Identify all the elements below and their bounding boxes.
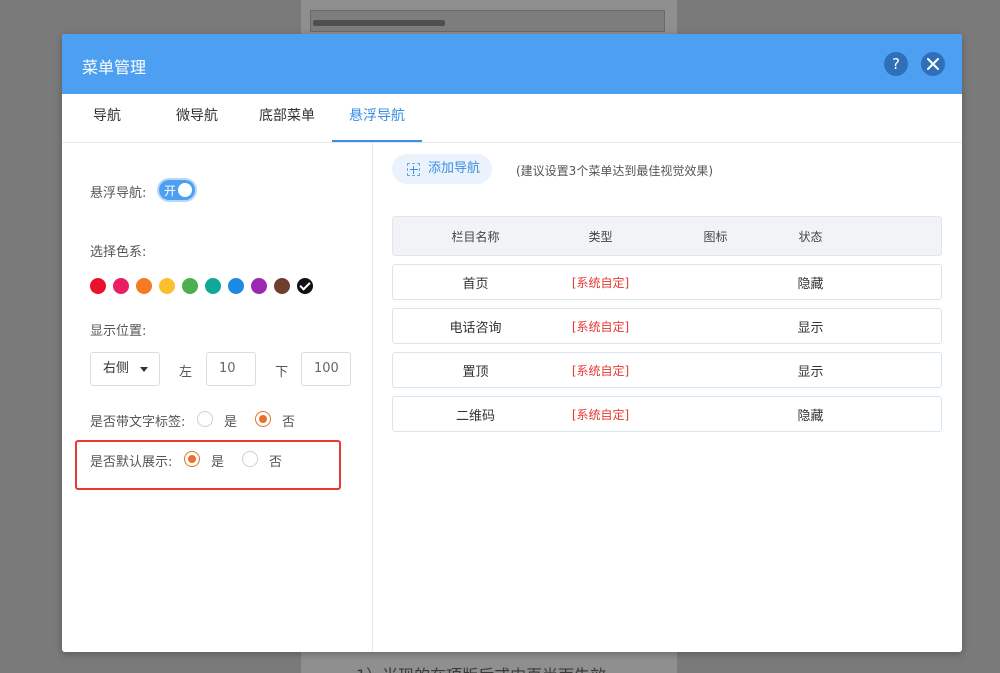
column-header-icon: 图标: [703, 229, 728, 244]
settings-panel: 悬浮导航: 开 选择色系: 显示位置: 右侧 左 10 下 100 是否带文字标…: [62, 143, 373, 652]
text-tag-no-label: 否: [282, 415, 296, 430]
table-row[interactable]: 置顶 [系统自定] 显示: [392, 352, 942, 388]
color-swatch-blue[interactable]: [228, 278, 244, 294]
default-show-yes-radio[interactable]: [184, 451, 200, 467]
color-swatch-red[interactable]: [90, 278, 106, 294]
tab-nav[interactable]: 导航: [82, 94, 132, 142]
row-name: 首页: [462, 276, 489, 292]
tab-bottom-menu[interactable]: 底部菜单: [252, 94, 322, 142]
toggle-text: 开: [164, 184, 177, 198]
color-swatch-yellow[interactable]: [159, 278, 175, 294]
left-offset-label: 左: [179, 365, 193, 380]
row-icon: [683, 265, 748, 299]
color-swatch-black[interactable]: [297, 278, 313, 294]
float-nav-label: 悬浮导航:: [90, 186, 147, 201]
background-scrollbar: [310, 10, 665, 32]
toggle-knob: [178, 183, 192, 197]
bottom-offset-label: 下: [275, 365, 289, 380]
position-label: 显示位置:: [90, 324, 147, 339]
row-type: [系统自定]: [571, 407, 630, 422]
close-button[interactable]: [921, 52, 945, 76]
row-name: 二维码: [455, 408, 495, 424]
table-row[interactable]: 二维码 [系统自定] 隐藏: [392, 396, 942, 432]
text-tag-label: 是否带文字标签:: [90, 415, 186, 430]
default-show-no-radio[interactable]: [242, 451, 258, 467]
table-row[interactable]: 电话咨询 [系统自定] 显示: [392, 308, 942, 344]
row-type: [系统自定]: [571, 275, 630, 290]
close-icon: [927, 58, 939, 70]
nav-list-panel: 添加导航 (建议设置3个菜单达到最佳视觉效果) 栏目名称 类型 图标 状态 首页…: [374, 143, 962, 652]
row-status: 显示: [797, 364, 824, 380]
color-swatch-green[interactable]: [182, 278, 198, 294]
row-status: 隐藏: [797, 408, 824, 424]
row-name: 置顶: [462, 364, 489, 380]
dialog-title: 菜单管理: [82, 58, 147, 77]
color-swatch-orange[interactable]: [136, 278, 152, 294]
row-icon: [683, 397, 748, 431]
row-name: 电话咨询: [449, 320, 502, 336]
position-select-value: 右侧: [103, 361, 130, 376]
tab-bar: 导航 微导航 底部菜单 悬浮导航: [62, 94, 962, 143]
color-swatch-brown[interactable]: [274, 278, 290, 294]
row-status: 隐藏: [797, 276, 824, 292]
add-nav-label: 添加导航: [428, 161, 481, 176]
table-header: 栏目名称 类型 图标 状态: [392, 216, 942, 256]
tab-micro-nav[interactable]: 微导航: [169, 94, 225, 142]
row-status: 显示: [797, 320, 824, 336]
position-select[interactable]: 右侧: [90, 352, 160, 386]
default-show-label: 是否默认展示:: [90, 455, 173, 470]
hint-text: (建议设置3个菜单达到最佳视觉效果): [516, 164, 713, 178]
row-type: [系统自定]: [571, 319, 630, 334]
default-show-yes-label: 是: [211, 455, 225, 470]
add-nav-button[interactable]: 添加导航: [392, 154, 492, 184]
default-show-no-label: 否: [269, 455, 283, 470]
color-swatch-teal[interactable]: [205, 278, 221, 294]
row-icon: [683, 309, 748, 343]
bottom-offset-input[interactable]: 100: [301, 352, 351, 386]
color-swatch-pink[interactable]: [113, 278, 129, 294]
help-button[interactable]: ?: [884, 52, 908, 76]
color-scheme-label: 选择色系:: [90, 245, 147, 260]
column-header-name: 栏目名称: [451, 229, 500, 244]
column-header-status: 状态: [798, 229, 823, 244]
caret-down-icon: [140, 367, 148, 372]
float-nav-toggle[interactable]: 开: [159, 180, 195, 200]
left-offset-input[interactable]: 10: [206, 352, 256, 386]
tab-float-nav[interactable]: 悬浮导航: [332, 94, 422, 142]
help-icon: ?: [892, 55, 900, 73]
column-header-type: 类型: [588, 229, 613, 244]
background-scroll-thumb: [313, 20, 445, 26]
row-type: [系统自定]: [571, 363, 630, 378]
background-text: 1）当现的在项版后或内页尚面失效: [356, 662, 606, 673]
dialog-header: 菜单管理 ?: [62, 34, 962, 94]
text-tag-yes-label: 是: [224, 415, 238, 430]
text-tag-no-radio[interactable]: [255, 411, 271, 427]
color-swatch-purple[interactable]: [251, 278, 267, 294]
table-row[interactable]: 首页 [系统自定] 隐藏: [392, 264, 942, 300]
menu-management-dialog: 菜单管理 ? 导航 微导航 底部菜单 悬浮导航 悬浮导航: 开 选择色系: 显示…: [62, 34, 962, 652]
row-icon: [683, 353, 748, 387]
text-tag-yes-radio[interactable]: [197, 411, 213, 427]
plus-icon: [407, 163, 420, 176]
